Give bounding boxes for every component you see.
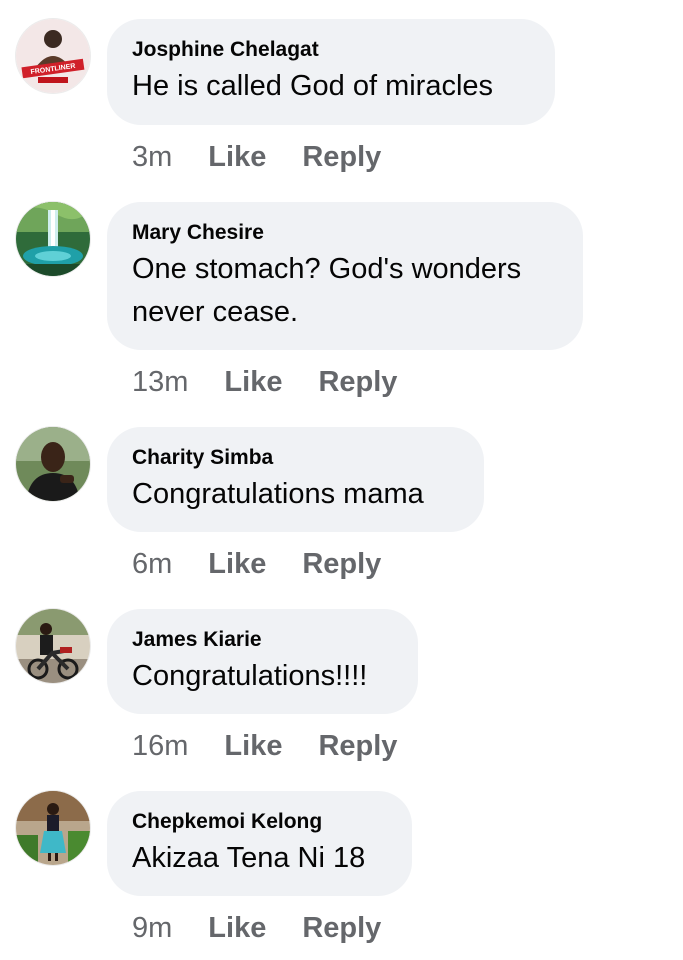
comment-timestamp[interactable]: 9m — [132, 912, 172, 944]
comment-actions: 6m Like Reply — [132, 546, 381, 582]
like-button[interactable]: Like — [208, 548, 266, 580]
comment-text: One stomach? God's wonders never cease. — [132, 248, 559, 334]
comment-timestamp[interactable]: 3m — [132, 141, 172, 173]
comment-text-line: never cease. — [132, 296, 299, 328]
reply-button[interactable]: Reply — [302, 548, 381, 580]
avatar-image — [16, 791, 90, 865]
avatar[interactable] — [16, 427, 90, 501]
comment-text-line: One stomach? God's wonders — [132, 253, 522, 285]
comment-author[interactable]: Josphine Chelagat — [132, 37, 531, 63]
comment-author[interactable]: James Kiarie — [132, 627, 394, 653]
comment-bubble: Chepkemoi Kelong Akizaa Tena Ni 18 — [107, 791, 412, 896]
reply-button[interactable]: Reply — [318, 730, 397, 762]
comment-text: Congratulations mama — [132, 478, 424, 510]
comment-actions: 3m Like Reply — [132, 139, 381, 175]
avatar-image — [16, 609, 90, 683]
avatar[interactable] — [16, 202, 90, 276]
comment-author[interactable]: Chepkemoi Kelong — [132, 809, 388, 835]
avatar-image — [16, 202, 90, 276]
like-button[interactable]: Like — [208, 141, 266, 173]
avatar[interactable]: FRONTLINER — [16, 19, 90, 93]
reply-button[interactable]: Reply — [302, 141, 381, 173]
comment-author[interactable]: Charity Simba — [132, 445, 460, 471]
comment-bubble: James Kiarie Congratulations!!!! — [107, 609, 418, 714]
reply-button[interactable]: Reply — [318, 366, 397, 398]
comment-timestamp[interactable]: 6m — [132, 548, 172, 580]
comment-timestamp[interactable]: 13m — [132, 366, 188, 398]
reply-button[interactable]: Reply — [302, 912, 381, 944]
avatar[interactable] — [16, 791, 90, 865]
like-button[interactable]: Like — [208, 912, 266, 944]
comment-actions: 16m Like Reply — [132, 728, 397, 764]
comment-actions: 13m Like Reply — [132, 364, 397, 400]
like-button[interactable]: Like — [224, 366, 282, 398]
comment-text: Akizaa Tena Ni 18 — [132, 842, 366, 874]
comment-bubble: Mary Chesire One stomach? God's wonders … — [107, 202, 583, 350]
comment-author[interactable]: Mary Chesire — [132, 220, 559, 246]
avatar-image: FRONTLINER — [16, 19, 90, 93]
comment-text: He is called God of miracles — [132, 70, 494, 102]
comment-bubble: Charity Simba Congratulations mama — [107, 427, 484, 532]
comment-text: Congratulations!!!! — [132, 660, 368, 692]
comment-bubble: Josphine Chelagat He is called God of mi… — [107, 19, 555, 125]
like-button[interactable]: Like — [224, 730, 282, 762]
avatar-image — [16, 427, 90, 501]
comment-actions: 9m Like Reply — [132, 910, 381, 946]
avatar[interactable] — [16, 609, 90, 683]
comment-timestamp[interactable]: 16m — [132, 730, 188, 762]
